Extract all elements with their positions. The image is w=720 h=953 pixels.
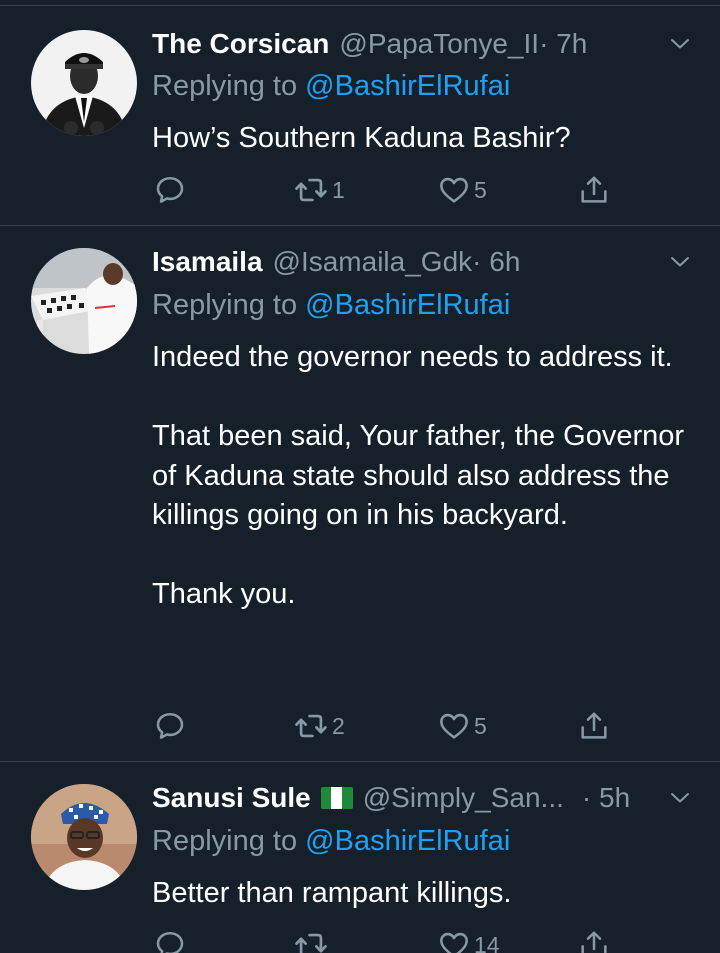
tweet-header: Isamaila @Isamaila_Gdk · 6h — [152, 242, 692, 282]
tweet-item[interactable]: The Corsican @PapaTonye_II · 7h Replying… — [0, 6, 720, 226]
share-button[interactable] — [578, 170, 610, 210]
chevron-down-icon[interactable] — [668, 250, 692, 274]
avatar[interactable] — [31, 248, 137, 354]
like-icon — [438, 174, 470, 206]
reply-button[interactable] — [154, 170, 190, 210]
reply-icon — [154, 710, 186, 742]
user-handle[interactable]: @Isamaila_Gdk — [273, 246, 473, 278]
tweet-text: How’s Southern Kaduna Bashir? — [152, 119, 692, 159]
display-name[interactable]: Sanusi Sule — [152, 782, 311, 814]
tweet-paragraph: Indeed the governor needs to address it. — [152, 341, 673, 373]
user-handle[interactable]: @Simply_San... — [363, 782, 564, 814]
timestamp[interactable]: · 5h — [582, 782, 630, 814]
retweet-icon — [294, 709, 328, 743]
like-count: 5 — [474, 176, 487, 203]
replying-to-prefix: Replying to — [152, 289, 306, 321]
like-button[interactable]: 5 — [438, 170, 487, 210]
mention-link[interactable]: @BashirElRufai — [305, 289, 510, 321]
retweet-button[interactable]: 2 — [294, 706, 345, 746]
retweet-count: 2 — [332, 712, 345, 739]
tweet-item[interactable]: Isamaila @Isamaila_Gdk · 6h Replying to … — [0, 226, 720, 762]
retweet-button[interactable] — [294, 925, 332, 953]
tweet-paragraph: How’s Southern Kaduna Bashir? — [152, 122, 571, 154]
replying-to-prefix: Replying to — [152, 70, 306, 102]
tweet-paragraph: Better than rampant killings. — [152, 877, 512, 909]
retweet-button[interactable]: 1 — [294, 170, 345, 210]
timeline: The Corsican @PapaTonye_II · 7h Replying… — [0, 0, 720, 953]
like-icon — [438, 710, 470, 742]
tweet-header: Sanusi Sule @Simply_San... · 5h — [152, 778, 692, 818]
action-bar: 14 — [152, 925, 622, 953]
avatar[interactable] — [31, 30, 137, 136]
tweet-paragraph: That been said, Your father, the Governo… — [152, 420, 685, 531]
avatar[interactable] — [31, 784, 137, 890]
like-icon — [438, 929, 470, 953]
timestamp[interactable]: · 7h — [539, 28, 587, 60]
tweet-paragraph: Thank you. — [152, 578, 296, 610]
reply-button[interactable] — [154, 925, 190, 953]
chevron-down-icon[interactable] — [668, 786, 692, 810]
like-count: 14 — [474, 931, 500, 953]
mention-link[interactable]: @BashirElRufai — [305, 70, 510, 102]
replying-to-prefix: Replying to — [152, 825, 306, 857]
reply-button[interactable] — [154, 706, 190, 746]
nigeria-flag-icon — [320, 787, 353, 809]
tweet-header: The Corsican @PapaTonye_II · 7h — [152, 24, 692, 64]
retweet-count: 1 — [332, 176, 345, 203]
share-icon — [578, 929, 610, 953]
user-handle[interactable]: @PapaTonye_II — [339, 28, 539, 60]
retweet-icon — [294, 928, 328, 953]
like-count: 5 — [474, 712, 487, 739]
tweet-text: Better than rampant killings. — [152, 874, 692, 914]
timestamp[interactable]: · 6h — [472, 246, 520, 278]
replying-to: Replying to @BashirElRufai — [152, 289, 510, 322]
display-name[interactable]: Isamaila — [152, 246, 263, 278]
share-button[interactable] — [578, 925, 610, 953]
replying-to: Replying to @BashirElRufai — [152, 825, 510, 858]
tweet-text: Indeed the governor needs to address it.… — [152, 338, 692, 615]
chevron-down-icon[interactable] — [668, 32, 692, 56]
like-button[interactable]: 5 — [438, 706, 487, 746]
tweet-item[interactable]: Sanusi Sule @Simply_San... · 5h Replying… — [0, 762, 720, 953]
share-icon — [578, 710, 610, 742]
action-bar: 1 5 — [152, 170, 622, 210]
reply-icon — [154, 174, 186, 206]
like-button[interactable]: 14 — [438, 925, 500, 953]
action-bar: 2 5 — [152, 706, 622, 746]
share-icon — [578, 174, 610, 206]
display-name[interactable]: The Corsican — [152, 28, 329, 60]
reply-icon — [154, 929, 186, 953]
replying-to: Replying to @BashirElRufai — [152, 70, 510, 103]
share-button[interactable] — [578, 706, 610, 746]
retweet-icon — [294, 173, 328, 207]
mention-link[interactable]: @BashirElRufai — [305, 825, 510, 857]
